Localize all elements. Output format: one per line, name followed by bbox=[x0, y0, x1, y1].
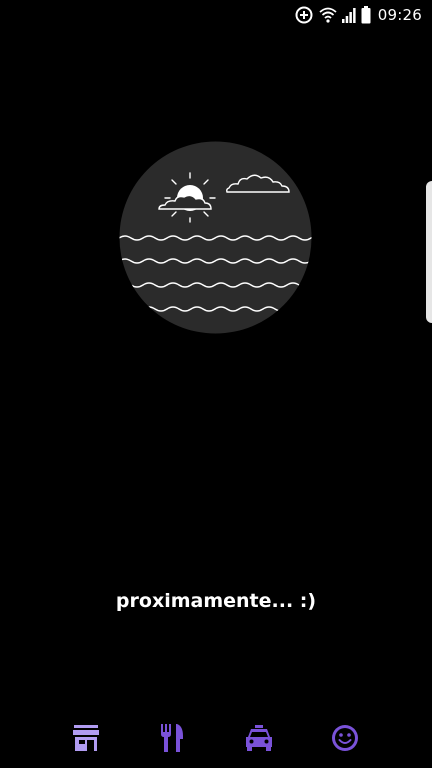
car-icon bbox=[245, 725, 273, 751]
nav-smile-button[interactable] bbox=[329, 722, 361, 754]
status-bar: 09:26 bbox=[0, 0, 432, 30]
bottom-navigation bbox=[0, 708, 432, 768]
nav-restaurant-button[interactable] bbox=[156, 722, 188, 754]
signal-icon bbox=[341, 7, 356, 23]
edge-panel-handle[interactable] bbox=[426, 181, 432, 323]
coming-soon-message: proximamente... :) bbox=[115, 590, 317, 612]
data-saver-icon bbox=[294, 5, 314, 25]
status-icons: 09:26 bbox=[294, 4, 422, 26]
sea-sun-clouds-illustration bbox=[119, 141, 312, 334]
smiley-icon bbox=[330, 723, 360, 753]
status-time: 09:26 bbox=[377, 6, 422, 24]
store-icon bbox=[72, 725, 100, 751]
wifi-icon bbox=[319, 6, 337, 24]
nav-taxi-button[interactable] bbox=[243, 722, 275, 754]
nav-store-button[interactable] bbox=[70, 722, 102, 754]
fork-knife-icon bbox=[158, 724, 186, 752]
battery-icon bbox=[361, 6, 371, 24]
